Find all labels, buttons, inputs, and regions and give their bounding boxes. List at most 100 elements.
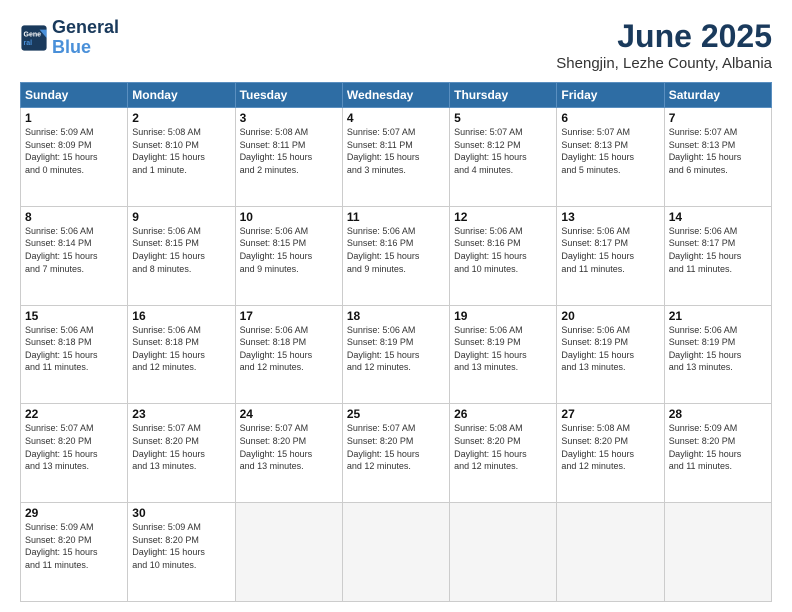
day-number: 19 [454, 309, 552, 323]
day-cell-empty [342, 503, 449, 602]
title-section: June 2025 Shengjin, Lezhe County, Albani… [556, 18, 772, 72]
day-cell: 30 Sunrise: 5:09 AMSunset: 8:20 PMDaylig… [128, 503, 235, 602]
logo-text: General Blue [52, 18, 119, 58]
day-cell: 8 Sunrise: 5:06 AMSunset: 8:14 PMDayligh… [21, 206, 128, 305]
day-info: Sunrise: 5:08 AMSunset: 8:11 PMDaylight:… [240, 126, 338, 176]
day-cell: 29 Sunrise: 5:09 AMSunset: 8:20 PMDaylig… [21, 503, 128, 602]
header-monday: Monday [128, 83, 235, 108]
day-number: 26 [454, 407, 552, 421]
day-cell: 22 Sunrise: 5:07 AMSunset: 8:20 PMDaylig… [21, 404, 128, 503]
day-cell: 1 Sunrise: 5:09 AMSunset: 8:09 PMDayligh… [21, 108, 128, 207]
day-cell: 20 Sunrise: 5:06 AMSunset: 8:19 PMDaylig… [557, 305, 664, 404]
day-number: 6 [561, 111, 659, 125]
day-cell: 12 Sunrise: 5:06 AMSunset: 8:16 PMDaylig… [450, 206, 557, 305]
day-cell-empty [450, 503, 557, 602]
day-info: Sunrise: 5:06 AMSunset: 8:19 PMDaylight:… [669, 324, 767, 374]
day-info: Sunrise: 5:06 AMSunset: 8:16 PMDaylight:… [347, 225, 445, 275]
day-info: Sunrise: 5:06 AMSunset: 8:15 PMDaylight:… [240, 225, 338, 275]
day-info: Sunrise: 5:06 AMSunset: 8:17 PMDaylight:… [669, 225, 767, 275]
day-number: 11 [347, 210, 445, 224]
table-row: 22 Sunrise: 5:07 AMSunset: 8:20 PMDaylig… [21, 404, 772, 503]
day-info: Sunrise: 5:07 AMSunset: 8:20 PMDaylight:… [132, 422, 230, 472]
day-info: Sunrise: 5:06 AMSunset: 8:14 PMDaylight:… [25, 225, 123, 275]
day-cell: 6 Sunrise: 5:07 AMSunset: 8:13 PMDayligh… [557, 108, 664, 207]
day-cell: 3 Sunrise: 5:08 AMSunset: 8:11 PMDayligh… [235, 108, 342, 207]
day-cell: 24 Sunrise: 5:07 AMSunset: 8:20 PMDaylig… [235, 404, 342, 503]
svg-text:ral: ral [24, 40, 33, 47]
header-tuesday: Tuesday [235, 83, 342, 108]
day-number: 25 [347, 407, 445, 421]
logo: Gene ral General Blue [20, 18, 119, 58]
day-info: Sunrise: 5:07 AMSunset: 8:13 PMDaylight:… [561, 126, 659, 176]
day-info: Sunrise: 5:08 AMSunset: 8:10 PMDaylight:… [132, 126, 230, 176]
day-number: 10 [240, 210, 338, 224]
day-info: Sunrise: 5:08 AMSunset: 8:20 PMDaylight:… [454, 422, 552, 472]
day-info: Sunrise: 5:07 AMSunset: 8:11 PMDaylight:… [347, 126, 445, 176]
day-number: 17 [240, 309, 338, 323]
day-info: Sunrise: 5:06 AMSunset: 8:19 PMDaylight:… [561, 324, 659, 374]
day-cell: 7 Sunrise: 5:07 AMSunset: 8:13 PMDayligh… [664, 108, 771, 207]
day-info: Sunrise: 5:06 AMSunset: 8:18 PMDaylight:… [25, 324, 123, 374]
day-cell: 5 Sunrise: 5:07 AMSunset: 8:12 PMDayligh… [450, 108, 557, 207]
day-number: 5 [454, 111, 552, 125]
day-cell: 14 Sunrise: 5:06 AMSunset: 8:17 PMDaylig… [664, 206, 771, 305]
header-saturday: Saturday [664, 83, 771, 108]
day-number: 14 [669, 210, 767, 224]
logo-icon: Gene ral [20, 24, 48, 52]
header-friday: Friday [557, 83, 664, 108]
day-number: 24 [240, 407, 338, 421]
day-cell: 27 Sunrise: 5:08 AMSunset: 8:20 PMDaylig… [557, 404, 664, 503]
day-info: Sunrise: 5:06 AMSunset: 8:18 PMDaylight:… [240, 324, 338, 374]
month-title: June 2025 [556, 18, 772, 55]
day-cell: 23 Sunrise: 5:07 AMSunset: 8:20 PMDaylig… [128, 404, 235, 503]
day-number: 21 [669, 309, 767, 323]
day-info: Sunrise: 5:07 AMSunset: 8:13 PMDaylight:… [669, 126, 767, 176]
day-number: 1 [25, 111, 123, 125]
day-cell: 4 Sunrise: 5:07 AMSunset: 8:11 PMDayligh… [342, 108, 449, 207]
day-number: 3 [240, 111, 338, 125]
day-cell: 17 Sunrise: 5:06 AMSunset: 8:18 PMDaylig… [235, 305, 342, 404]
day-number: 23 [132, 407, 230, 421]
location-title: Shengjin, Lezhe County, Albania [556, 55, 772, 72]
day-cell: 13 Sunrise: 5:06 AMSunset: 8:17 PMDaylig… [557, 206, 664, 305]
day-info: Sunrise: 5:07 AMSunset: 8:20 PMDaylight:… [347, 422, 445, 472]
day-cell: 18 Sunrise: 5:06 AMSunset: 8:19 PMDaylig… [342, 305, 449, 404]
logo-line1: General [52, 18, 119, 38]
logo-line2: Blue [52, 38, 119, 58]
day-info: Sunrise: 5:06 AMSunset: 8:17 PMDaylight:… [561, 225, 659, 275]
day-number: 8 [25, 210, 123, 224]
day-cell: 15 Sunrise: 5:06 AMSunset: 8:18 PMDaylig… [21, 305, 128, 404]
calendar-header-row: Sunday Monday Tuesday Wednesday Thursday… [21, 83, 772, 108]
day-info: Sunrise: 5:09 AMSunset: 8:20 PMDaylight:… [132, 521, 230, 571]
day-number: 16 [132, 309, 230, 323]
table-row: 1 Sunrise: 5:09 AMSunset: 8:09 PMDayligh… [21, 108, 772, 207]
day-info: Sunrise: 5:09 AMSunset: 8:20 PMDaylight:… [669, 422, 767, 472]
svg-text:Gene: Gene [24, 31, 42, 38]
day-info: Sunrise: 5:09 AMSunset: 8:20 PMDaylight:… [25, 521, 123, 571]
day-number: 30 [132, 506, 230, 520]
day-info: Sunrise: 5:07 AMSunset: 8:12 PMDaylight:… [454, 126, 552, 176]
day-info: Sunrise: 5:06 AMSunset: 8:19 PMDaylight:… [454, 324, 552, 374]
day-number: 13 [561, 210, 659, 224]
day-cell-empty [664, 503, 771, 602]
day-info: Sunrise: 5:08 AMSunset: 8:20 PMDaylight:… [561, 422, 659, 472]
day-number: 27 [561, 407, 659, 421]
day-cell: 10 Sunrise: 5:06 AMSunset: 8:15 PMDaylig… [235, 206, 342, 305]
header-sunday: Sunday [21, 83, 128, 108]
day-cell: 21 Sunrise: 5:06 AMSunset: 8:19 PMDaylig… [664, 305, 771, 404]
table-row: 8 Sunrise: 5:06 AMSunset: 8:14 PMDayligh… [21, 206, 772, 305]
header-thursday: Thursday [450, 83, 557, 108]
day-number: 7 [669, 111, 767, 125]
day-info: Sunrise: 5:09 AMSunset: 8:09 PMDaylight:… [25, 126, 123, 176]
day-number: 22 [25, 407, 123, 421]
day-cell: 25 Sunrise: 5:07 AMSunset: 8:20 PMDaylig… [342, 404, 449, 503]
day-info: Sunrise: 5:06 AMSunset: 8:19 PMDaylight:… [347, 324, 445, 374]
day-cell: 11 Sunrise: 5:06 AMSunset: 8:16 PMDaylig… [342, 206, 449, 305]
day-info: Sunrise: 5:06 AMSunset: 8:18 PMDaylight:… [132, 324, 230, 374]
day-number: 2 [132, 111, 230, 125]
day-cell: 16 Sunrise: 5:06 AMSunset: 8:18 PMDaylig… [128, 305, 235, 404]
day-cell-empty [235, 503, 342, 602]
day-cell-empty [557, 503, 664, 602]
day-cell: 19 Sunrise: 5:06 AMSunset: 8:19 PMDaylig… [450, 305, 557, 404]
day-info: Sunrise: 5:07 AMSunset: 8:20 PMDaylight:… [25, 422, 123, 472]
